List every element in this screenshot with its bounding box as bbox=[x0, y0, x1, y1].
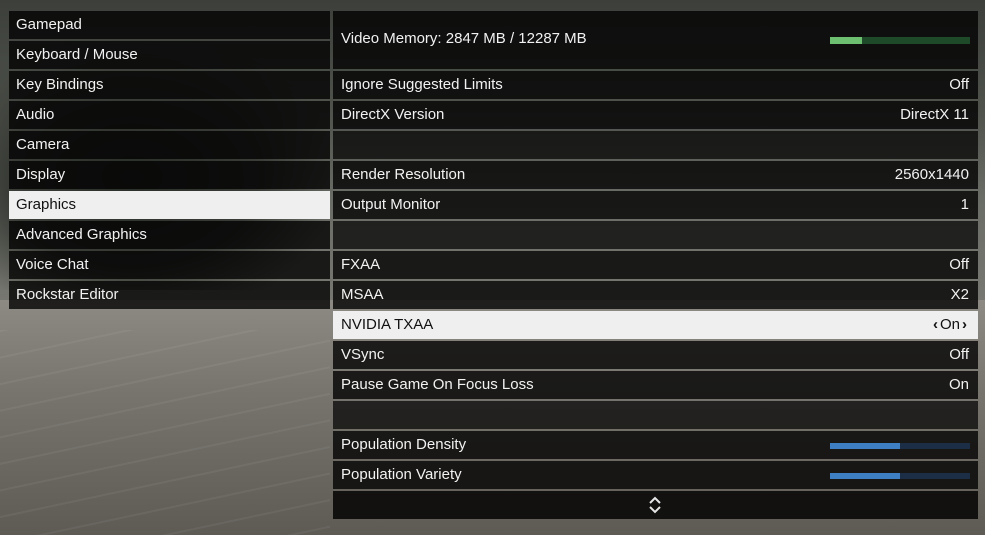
setting-label: DirectX Version bbox=[341, 106, 445, 123]
video-memory-bar bbox=[830, 37, 970, 44]
setting-row-nvidia-txaa[interactable]: NVIDIA TXAA ‹ On › bbox=[333, 311, 978, 339]
setting-slider-fill bbox=[830, 443, 900, 449]
setting-row-pause-game-on-focus-loss[interactable]: Pause Game On Focus Loss On bbox=[333, 371, 978, 399]
scroll-bar[interactable] bbox=[333, 491, 978, 519]
setting-label: FXAA bbox=[341, 256, 381, 273]
setting-slider-fill bbox=[830, 473, 900, 479]
setting-label: Render Resolution bbox=[341, 166, 466, 183]
setting-label: Output Monitor bbox=[341, 196, 441, 213]
menu-item-camera[interactable]: Camera bbox=[9, 131, 330, 159]
settings-spacer bbox=[333, 401, 978, 429]
menu-item-graphics[interactable]: Graphics bbox=[9, 191, 330, 219]
settings-category-menu: Gamepad Keyboard / Mouse Key Bindings Audio… bbox=[9, 11, 330, 311]
setting-row-vsync[interactable]: VSync Off bbox=[333, 341, 978, 369]
setting-slider[interactable] bbox=[830, 443, 970, 449]
menu-item-audio[interactable]: Audio bbox=[9, 101, 330, 129]
setting-row-render-resolution[interactable]: Render Resolution 2560x1440 bbox=[333, 161, 978, 189]
menu-item-advanced-graphics[interactable]: Advanced Graphics bbox=[9, 221, 330, 249]
settings-spacer bbox=[333, 221, 978, 249]
settings-spacer bbox=[333, 131, 978, 159]
setting-row-output-monitor[interactable]: Output Monitor 1 bbox=[333, 191, 978, 219]
settings-list: Ignore Suggested Limits Off DirectX Versio… bbox=[333, 71, 978, 489]
setting-label: VSync bbox=[341, 346, 385, 363]
setting-label: MSAA bbox=[341, 286, 384, 303]
setting-value: ‹ On › bbox=[931, 311, 969, 339]
setting-value: On bbox=[948, 376, 969, 393]
background-ground-lines bbox=[0, 330, 330, 535]
setting-slider[interactable] bbox=[830, 473, 970, 479]
video-memory-label: Video Memory: 2847 MB / 12287 MB bbox=[341, 30, 587, 47]
up-down-chevron-icon[interactable] bbox=[648, 495, 662, 515]
setting-row-msaa[interactable]: MSAA X2 bbox=[333, 281, 978, 309]
menu-item-key-bindings[interactable]: Key Bindings bbox=[9, 71, 330, 99]
setting-label: Population Variety bbox=[341, 466, 462, 483]
setting-label: NVIDIA TXAA bbox=[341, 316, 434, 333]
setting-value: Off bbox=[949, 346, 969, 363]
setting-value: 2560x1440 bbox=[894, 166, 969, 183]
menu-item-voice-chat[interactable]: Voice Chat bbox=[9, 251, 330, 279]
setting-value: X2 bbox=[950, 286, 969, 303]
setting-label: Pause Game On Focus Loss bbox=[341, 376, 534, 393]
setting-label: Ignore Suggested Limits bbox=[341, 76, 503, 93]
setting-row-directx-version[interactable]: DirectX Version DirectX 11 bbox=[333, 101, 978, 129]
setting-value: 1 bbox=[960, 196, 969, 213]
setting-value: Off bbox=[949, 256, 969, 273]
graphics-settings-panel: Video Memory: 2847 MB / 12287 MB Ignore … bbox=[333, 11, 978, 519]
setting-value: Off bbox=[949, 76, 969, 93]
chevron-right-icon[interactable]: › bbox=[960, 311, 969, 339]
setting-value: DirectX 11 bbox=[900, 106, 969, 123]
setting-row-population-density[interactable]: Population Density bbox=[333, 431, 978, 459]
chevron-left-icon[interactable]: ‹ bbox=[931, 311, 940, 339]
video-memory-bar-fill bbox=[830, 37, 863, 44]
menu-item-rockstar-editor[interactable]: Rockstar Editor bbox=[9, 281, 330, 309]
setting-row-ignore-suggested-limits[interactable]: Ignore Suggested Limits Off bbox=[333, 71, 978, 99]
setting-label: Population Density bbox=[341, 436, 467, 453]
menu-item-display[interactable]: Display bbox=[9, 161, 330, 189]
menu-item-gamepad[interactable]: Gamepad bbox=[9, 11, 330, 39]
menu-item-keyboard-mouse[interactable]: Keyboard / Mouse bbox=[9, 41, 330, 69]
video-memory-header: Video Memory: 2847 MB / 12287 MB bbox=[333, 11, 978, 69]
setting-value-text: On bbox=[939, 316, 960, 333]
setting-row-population-variety[interactable]: Population Variety bbox=[333, 461, 978, 489]
setting-row-fxaa[interactable]: FXAA Off bbox=[333, 251, 978, 279]
